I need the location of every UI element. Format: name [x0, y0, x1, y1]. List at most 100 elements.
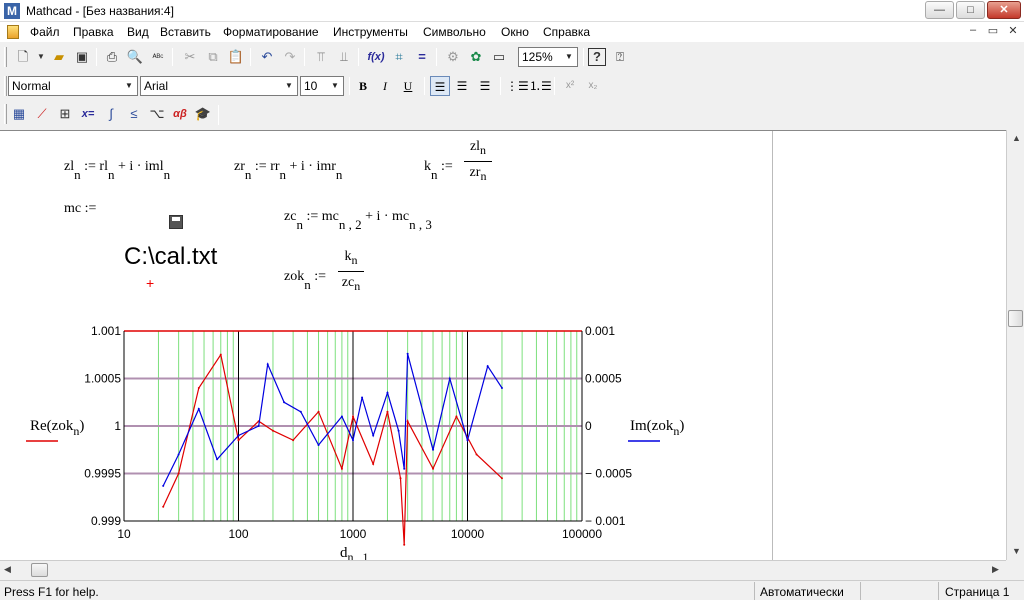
- copy-icon[interactable]: ⧉: [204, 48, 222, 66]
- redo-icon[interactable]: ↷: [281, 48, 299, 66]
- y-right-axis-label: Im(zokn): [630, 418, 684, 438]
- toolbar-grip[interactable]: [4, 104, 7, 124]
- insert-component-icon[interactable]: ⚙: [444, 48, 462, 66]
- worksheet-canvas[interactable]: zln := rln + i · imln zrn := rrn + i · i…: [0, 130, 1006, 561]
- minimize-button[interactable]: —: [925, 1, 954, 19]
- align-top-icon[interactable]: ⫪: [312, 48, 330, 66]
- paste-icon[interactable]: 📋: [227, 48, 245, 66]
- evaluation-icon[interactable]: x=: [79, 105, 97, 123]
- insert-unit-icon[interactable]: ⌗: [390, 48, 408, 66]
- resource-center-icon[interactable]: ✿: [467, 48, 485, 66]
- menu-insert[interactable]: Вставить: [160, 25, 211, 39]
- calculus-icon[interactable]: ∫: [102, 105, 120, 123]
- boolean-icon[interactable]: ≤: [125, 105, 143, 123]
- doc-minimize-button[interactable]: –: [964, 24, 982, 39]
- data-point: [475, 453, 478, 456]
- save-icon[interactable]: ▣: [73, 48, 91, 66]
- align-left-icon[interactable]: ☰: [430, 76, 450, 96]
- toolbar-grip[interactable]: [4, 76, 7, 96]
- maximize-button[interactable]: □: [956, 1, 985, 19]
- menu-window[interactable]: Окно: [501, 25, 529, 39]
- italic-button[interactable]: I: [375, 76, 395, 96]
- menu-help[interactable]: Справка: [543, 25, 590, 39]
- y-left-tick-label: 0.9995: [84, 467, 121, 481]
- bulleted-list-icon[interactable]: ⋮☰: [506, 76, 529, 96]
- horizontal-scroll-thumb[interactable]: [31, 563, 48, 577]
- underline-button[interactable]: U: [398, 76, 418, 96]
- programming-icon[interactable]: ⌥: [148, 105, 166, 123]
- print-icon[interactable]: ⎙: [103, 48, 121, 66]
- new-document-icon[interactable]: 🗋: [14, 48, 32, 66]
- y-left-tick-label: 1: [114, 419, 121, 433]
- font-size-select[interactable]: 10 ▼: [300, 76, 344, 96]
- greek-icon[interactable]: αβ: [171, 105, 189, 123]
- chevron-down-icon[interactable]: ▼: [281, 77, 297, 95]
- horizontal-scrollbar[interactable]: ◀ ▶: [0, 560, 1006, 578]
- doc-close-button[interactable]: ✕: [1004, 24, 1022, 39]
- vertical-scrollbar[interactable]: ▲ ▼: [1006, 130, 1024, 560]
- print-preview-icon[interactable]: 🔍: [126, 48, 144, 66]
- data-point: [271, 429, 274, 432]
- align-center-icon[interactable]: ☰: [452, 76, 472, 96]
- doc-restore-button[interactable]: ▭: [984, 24, 1002, 39]
- menu-view[interactable]: Вид: [127, 25, 149, 39]
- scroll-left-arrow-icon[interactable]: ◀: [4, 564, 11, 575]
- zoom-select[interactable]: 125% ▼: [518, 47, 578, 67]
- subscript-button[interactable]: x₂: [583, 76, 603, 96]
- data-point: [406, 420, 409, 423]
- chevron-down-icon[interactable]: ▼: [561, 48, 577, 66]
- chevron-down-icon[interactable]: ▼: [121, 77, 137, 95]
- x-tick-label: 10000: [451, 527, 485, 541]
- font-select[interactable]: Arial ▼: [140, 76, 298, 96]
- toolbar-grip[interactable]: [4, 47, 7, 67]
- menu-edit[interactable]: Правка: [73, 25, 114, 39]
- y-left-tick-label: 1.001: [91, 324, 121, 338]
- x-tick-label: 10: [117, 527, 131, 541]
- data-point: [237, 434, 240, 437]
- vertical-scroll-thumb[interactable]: [1008, 310, 1023, 327]
- scroll-down-arrow-icon[interactable]: ▼: [1012, 546, 1021, 556]
- scroll-up-arrow-icon[interactable]: ▲: [1012, 133, 1021, 143]
- mathcad-app-icon[interactable]: M: [4, 3, 20, 19]
- superscript-button[interactable]: x²: [560, 76, 580, 96]
- close-button[interactable]: ✕: [987, 1, 1021, 19]
- data-point: [372, 434, 375, 437]
- data-point: [352, 439, 354, 442]
- xy-plot[interactable]: 10 100 1000 10000 100000 1.001 1.0005 1 0.9995 0.…: [0, 131, 772, 560]
- scroll-right-arrow-icon[interactable]: ▶: [992, 564, 999, 575]
- calculate-icon[interactable]: =: [413, 48, 431, 66]
- align-down-icon[interactable]: ⫫: [335, 48, 353, 66]
- data-point: [386, 391, 389, 394]
- menu-file[interactable]: Файл: [30, 25, 60, 39]
- help-icon[interactable]: ?: [588, 48, 606, 66]
- data-point: [403, 467, 406, 470]
- menu-format[interactable]: Форматирование: [223, 25, 319, 39]
- chevron-down-icon[interactable]: ▼: [327, 77, 343, 95]
- undo-icon[interactable]: ↶: [258, 48, 276, 66]
- align-right-icon[interactable]: ☰: [475, 76, 495, 96]
- matrix-icon[interactable]: ⊞: [56, 105, 74, 123]
- menu-tools[interactable]: Инструменты: [333, 25, 408, 39]
- bold-button[interactable]: B: [353, 76, 373, 96]
- x-label-sub: n , 1: [348, 550, 369, 560]
- new-dropdown-chevron-icon[interactable]: ▼: [32, 48, 50, 66]
- symbolic-icon[interactable]: 🎓: [194, 105, 212, 123]
- page-boundary: [772, 131, 773, 561]
- spell-check-icon[interactable]: ᴬᴮᶜ: [149, 48, 167, 66]
- graph-toolbar-icon[interactable]: ⟋: [33, 105, 51, 123]
- menu-symbolics[interactable]: Символьно: [423, 25, 486, 39]
- context-help-icon[interactable]: ⍰: [611, 48, 629, 66]
- data-point: [317, 410, 320, 413]
- data-point: [432, 467, 435, 470]
- calculator-icon[interactable]: ▦: [10, 105, 28, 123]
- insert-hyperlink-icon[interactable]: ▭: [490, 48, 508, 66]
- y-right-label-arg: zok: [652, 418, 674, 434]
- data-point: [352, 415, 354, 418]
- document-icon[interactable]: [7, 25, 19, 39]
- style-select[interactable]: Normal ▼: [8, 76, 138, 96]
- data-point: [486, 365, 489, 368]
- numbered-list-icon[interactable]: ⒈☰: [529, 76, 552, 96]
- cut-icon[interactable]: ✂: [181, 48, 199, 66]
- open-folder-icon[interactable]: ▰: [50, 48, 68, 66]
- insert-function-icon[interactable]: f(x): [365, 48, 387, 66]
